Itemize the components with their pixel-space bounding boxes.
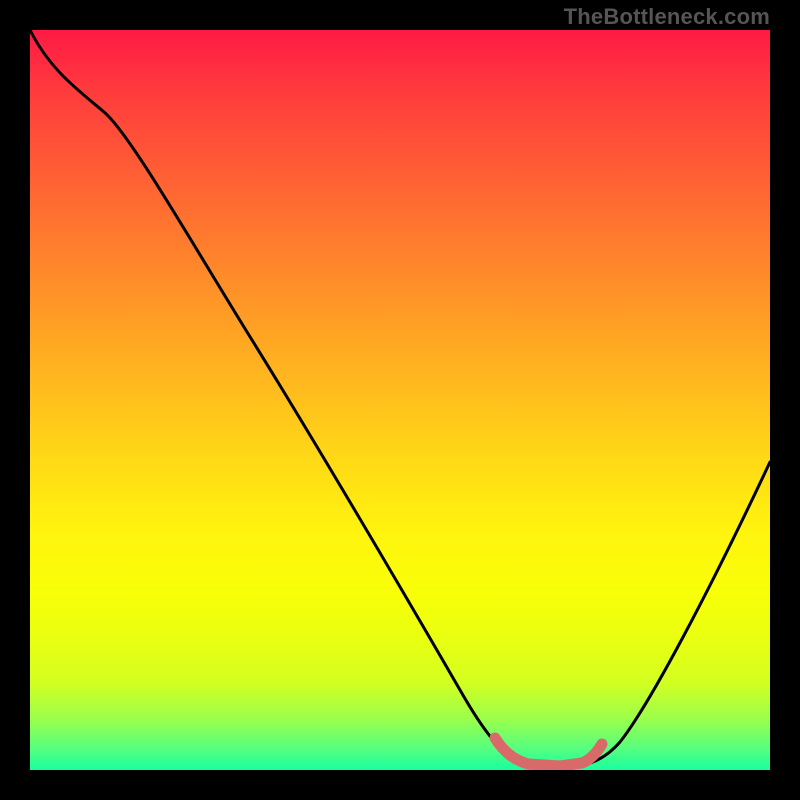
bottleneck-curve: [30, 30, 770, 766]
chart-frame: TheBottleneck.com: [0, 0, 800, 800]
curve-layer: [30, 30, 770, 770]
chart-plot-area: [30, 30, 770, 770]
optimal-curve-marker: [495, 738, 602, 766]
watermark-text: TheBottleneck.com: [564, 4, 770, 30]
